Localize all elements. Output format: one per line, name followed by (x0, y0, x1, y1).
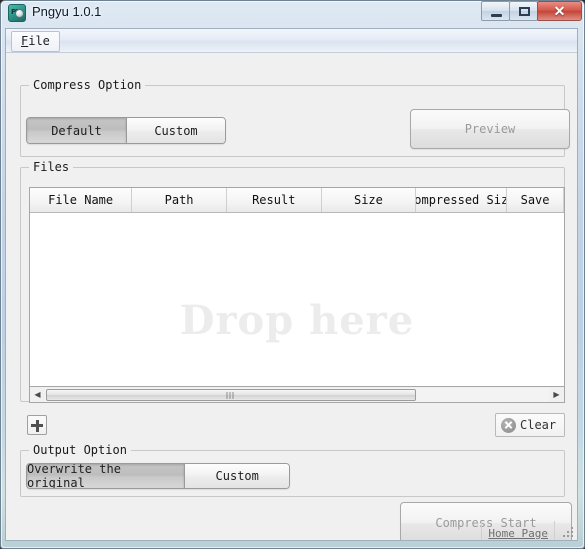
resize-grip-icon[interactable] (561, 525, 573, 537)
minimize-icon (491, 14, 502, 17)
maximize-button[interactable] (509, 1, 538, 21)
compress-option-title: Compress Option (29, 78, 146, 92)
column-compressed-size[interactable]: Compressed Size (416, 188, 508, 212)
home-page-link[interactable]: Home Page (488, 527, 548, 540)
clear-button-label: Clear (520, 418, 557, 432)
output-mode-toggle[interactable]: Overwrite the original Custom (26, 463, 290, 489)
close-icon: ✕ (553, 3, 566, 19)
files-table-header: File Name Path Result Size Compressed Si… (30, 188, 564, 213)
menu-item-file[interactable]: File (11, 31, 60, 52)
menu-bar: File (6, 29, 577, 53)
files-horizontal-scrollbar[interactable]: ◀ ▶ (29, 387, 565, 403)
circle-x-icon (501, 417, 516, 433)
preview-button[interactable]: Preview (410, 109, 570, 149)
maximize-icon (519, 7, 530, 16)
files-title: Files (29, 160, 74, 174)
files-table-body[interactable]: Drop here (30, 213, 564, 386)
compress-mode-custom[interactable]: Custom (126, 118, 225, 143)
clear-button[interactable]: Clear (495, 413, 565, 437)
output-mode-custom[interactable]: Custom (184, 464, 289, 488)
column-size[interactable]: Size (322, 188, 417, 212)
add-files-button[interactable] (27, 415, 47, 435)
column-file-name[interactable]: File Name (30, 188, 133, 212)
close-button[interactable]: ✕ (537, 1, 582, 21)
files-table[interactable]: File Name Path Result Size Compressed Si… (29, 187, 565, 387)
minimize-button[interactable] (481, 1, 510, 21)
app-icon-disc (15, 9, 24, 18)
output-mode-overwrite[interactable]: Overwrite the original (27, 464, 185, 488)
home-page-panel: Home Page (481, 521, 555, 540)
compress-mode-default[interactable]: Default (27, 118, 126, 143)
status-bar: Home Page (6, 518, 577, 540)
output-option-title: Output Option (29, 443, 131, 457)
plus-icon-vertical (35, 419, 39, 432)
scrollbar-track[interactable] (45, 387, 549, 402)
compress-mode-toggle[interactable]: Default Custom (26, 117, 226, 144)
scrollbar-thumb[interactable] (46, 388, 416, 401)
title-bar[interactable]: PN Pngyu 1.0.1 ✕ (0, 0, 585, 28)
app-icon: PN (8, 4, 26, 22)
client-area: File Compress Option Default Custom Prev… (5, 28, 578, 541)
column-result[interactable]: Result (227, 188, 322, 212)
window-title: Pngyu 1.0.1 (32, 4, 102, 19)
scroll-right-arrow-icon[interactable]: ▶ (549, 388, 564, 402)
column-path[interactable]: Path (132, 188, 227, 212)
scroll-left-arrow-icon[interactable]: ◀ (30, 388, 45, 402)
drop-here-placeholder: Drop here (179, 297, 415, 344)
scrollbar-grip-icon (226, 391, 236, 399)
menu-item-file-label: ile (28, 34, 50, 48)
column-saved[interactable]: Save (507, 188, 564, 212)
window-controls: ✕ (481, 1, 582, 22)
application-window: PN Pngyu 1.0.1 ✕ File Compress Option D (0, 0, 585, 549)
